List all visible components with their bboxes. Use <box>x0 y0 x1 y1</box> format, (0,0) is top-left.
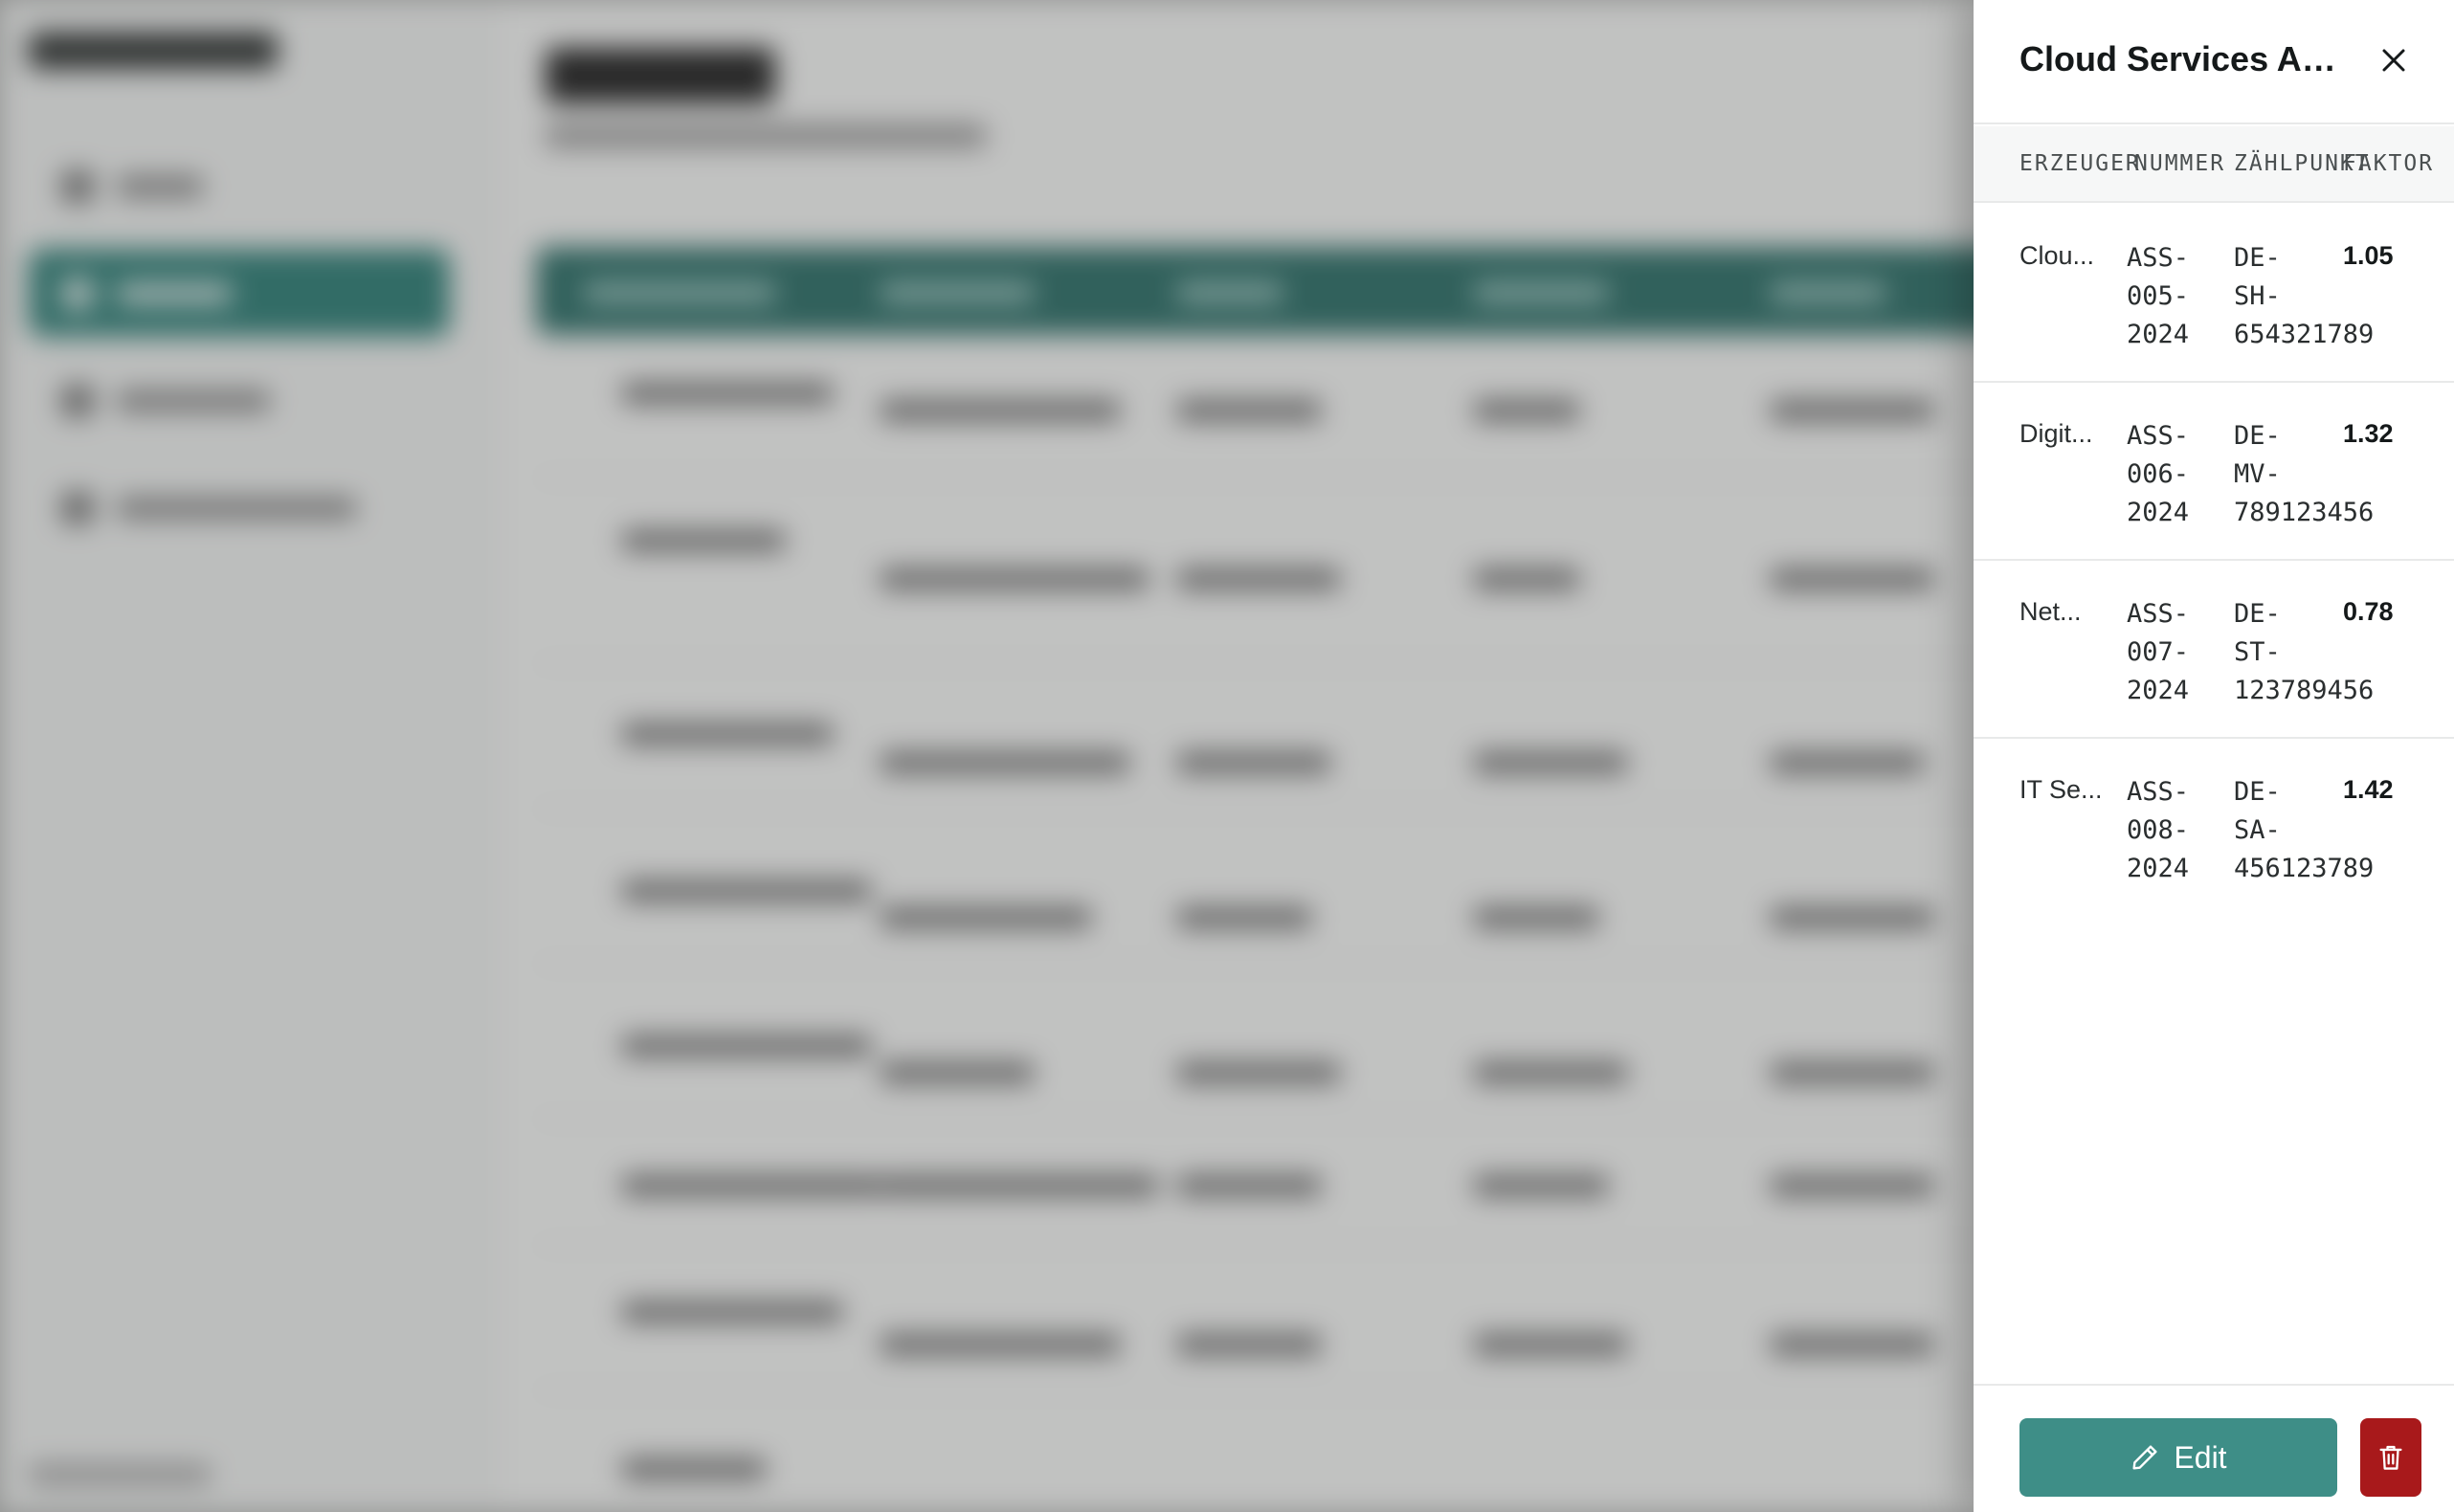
cell-nummer: ASS- 008- 2024 <box>2127 777 2190 883</box>
cell-erzeuger: IT Se... <box>2019 775 2103 804</box>
cell-erzeuger: Net... <box>2019 597 2082 626</box>
close-button[interactable] <box>2370 36 2418 84</box>
close-icon <box>2382 49 2405 72</box>
column-header-nummer: NUMMER <box>2134 151 2226 176</box>
cell-nummer: ASS- 006- 2024 <box>2127 421 2190 527</box>
edit-button-label: Edit <box>2174 1439 2227 1475</box>
column-header-faktor: FAKTOR <box>2343 151 2435 176</box>
panel-header: Cloud Services Ag... <box>1974 0 2454 124</box>
cell-erzeuger: Clou... <box>2019 241 2095 270</box>
cell-nummer: ASS- 005- 2024 <box>2127 243 2190 349</box>
column-header-erzeuger: ERZEUGER <box>2019 151 2141 176</box>
panel-title: Cloud Services Ag... <box>2019 39 2345 78</box>
assignment-table-header: ERZEUGER NUMMER ZÄHLPUNKT FAKTOR <box>1974 126 2454 203</box>
table-row[interactable]: Net... ASS- 007- 2024 DE- ST- 123789456 … <box>1974 561 2454 739</box>
table-row[interactable]: IT Se... ASS- 008- 2024 DE- SA- 45612378… <box>1974 739 2454 917</box>
cell-faktor: 1.42 <box>2343 775 2394 804</box>
trash-icon <box>2379 1445 2402 1470</box>
cell-erzeuger: Digit... <box>2019 419 2093 448</box>
cell-nummer: ASS- 007- 2024 <box>2127 599 2190 705</box>
delete-button[interactable] <box>2360 1418 2421 1497</box>
cell-faktor: 0.78 <box>2343 597 2394 626</box>
pencil-icon <box>2132 1445 2157 1470</box>
table-row[interactable]: Digit... ASS- 006- 2024 DE- MV- 78912345… <box>1974 383 2454 561</box>
table-row[interactable]: Clou... ASS- 005- 2024 DE- SH- 654321789… <box>1974 205 2454 383</box>
cell-faktor: 1.32 <box>2343 419 2394 448</box>
panel-footer: Edit <box>1974 1384 2454 1512</box>
edit-button[interactable]: Edit <box>2019 1418 2337 1497</box>
detail-panel: Cloud Services Ag... ERZEUGER NUMMER ZÄH… <box>1974 0 2454 1512</box>
cell-faktor: 1.05 <box>2343 241 2394 270</box>
